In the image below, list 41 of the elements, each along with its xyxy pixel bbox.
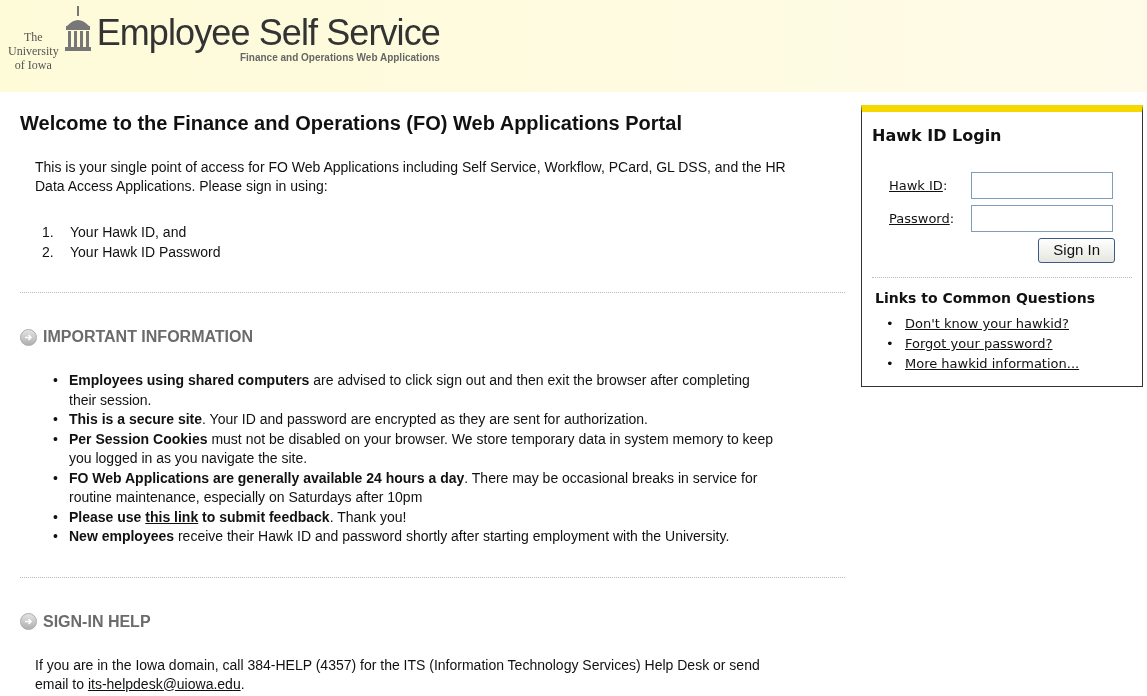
page-heading: Welcome to the Finance and Operations (FO) Web Applications Portal — [20, 111, 683, 136]
university-name-line: of Iowa — [14, 58, 52, 72]
help-link[interactable]: Forgot your password? — [905, 334, 1053, 354]
bullet: • — [53, 468, 59, 488]
text-link[interactable]: this link — [145, 508, 199, 525]
bullet: • — [53, 429, 59, 449]
text-link[interactable]: its-helpdesk@uiowa.edu — [87, 675, 241, 692]
bullet-text: Per Session Cookies must not be disabled on your browser. We store temporary data in system memory to keep you logged in as you navigate the site. — [69, 429, 773, 468]
text-input-field[interactable] — [971, 172, 1113, 199]
bullet: • — [53, 527, 59, 546]
text-input-field[interactable] — [971, 205, 1113, 232]
bullet: • — [53, 371, 59, 390]
university-name-line: University — [8, 44, 59, 58]
login-title: Hawk ID Login — [872, 125, 1003, 147]
intro-text: This is your single point of access for FO Web Applications including Self Service, Workflow, PCard, GL DSS, and the HR Data Access Applications. Please sign in using: — [35, 158, 787, 196]
help-link[interactable]: Don't know your hawkid? — [905, 314, 1069, 334]
bullet: • — [886, 355, 895, 373]
step-text: Your Hawk ID Password — [70, 243, 221, 262]
field-label: Hawk ID: — [889, 176, 949, 195]
section-heading: SIGN-IN HELP — [43, 611, 151, 632]
bullet: • — [886, 315, 895, 333]
step-text: Your Hawk ID, and — [70, 223, 187, 242]
bullet: • — [53, 410, 59, 429]
help-link[interactable]: More hawkid information... — [905, 354, 1080, 374]
section-heading: IMPORTANT INFORMATION — [43, 327, 254, 347]
list-number: 1. — [42, 223, 55, 242]
bullet-text: This is a secure site. Your ID and password are encrypted as they are sent for authorization. — [69, 410, 648, 429]
bullet: • — [53, 507, 59, 527]
help-text: If you are in the Iowa domain, call 384-HELP (4357) for the ITS (Information Technology Services) Help Desk or send email to its-helpdesk@uiowa.edu. — [35, 655, 761, 694]
links-heading: Links to Common Questions — [874, 289, 1097, 308]
bullet-text: Employees using shared computers are advised to click sign out and then exit the browser after completing their session. — [69, 371, 751, 410]
bullet-text: Please use this link to submit feedback. Thank you! — [69, 507, 407, 527]
sign-in-button[interactable]: Sign In — [1038, 238, 1115, 263]
building-icon — [62, 6, 93, 52]
banner-subtitle: Finance and Operations Web Applications — [239, 52, 440, 63]
bullet: • — [886, 335, 895, 353]
university-name-line: The — [24, 30, 43, 44]
field-label: Password: — [889, 209, 956, 228]
banner-title: Employee Self Service — [96, 14, 440, 52]
bullet-text: New employees receive their Hawk ID and password shortly after starting employment with the University. — [69, 527, 730, 546]
list-number: 2. — [42, 243, 55, 262]
